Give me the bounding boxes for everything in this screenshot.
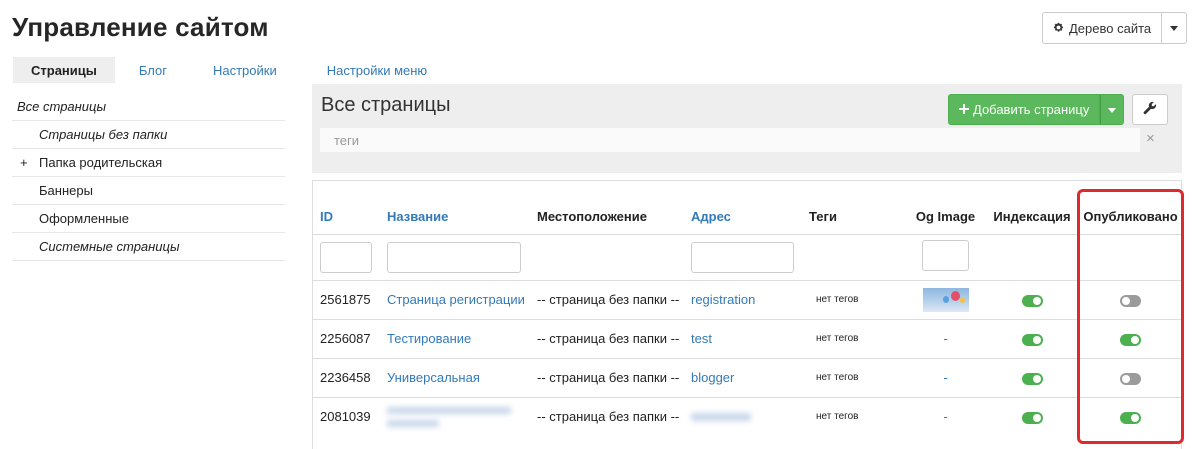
published-toggle[interactable] — [1120, 411, 1141, 424]
og-image-thumbnail[interactable] — [922, 287, 969, 312]
filter-address-input[interactable] — [691, 241, 794, 273]
sidebar-item-styled[interactable]: Оформленные — [12, 205, 285, 233]
add-page-dropdown-toggle[interactable] — [1100, 94, 1125, 125]
page-title: Управление сайтом — [12, 12, 269, 42]
row-location: -- страница без папки -- — [530, 318, 684, 358]
published-toggle[interactable] — [1120, 372, 1141, 385]
sidebar-item-label: Папка родительская — [39, 155, 163, 170]
row-tags: нет тегов — [802, 357, 905, 397]
tab-blog[interactable]: Блог — [121, 57, 185, 83]
og-image-empty[interactable]: - — [905, 318, 986, 358]
site-tree-button-group: Дерево сайта — [1042, 12, 1188, 44]
column-header-address[interactable]: Адрес — [684, 181, 802, 234]
sidebar-item-all-pages[interactable]: Все страницы — [12, 93, 285, 121]
clear-tags-icon[interactable]: × — [1146, 130, 1155, 147]
pages-toolbar-panel: Все страницы Добавить страницу × — [312, 84, 1182, 173]
column-header-name[interactable]: Название — [380, 181, 530, 234]
settings-button[interactable] — [1132, 94, 1168, 125]
gear-icon — [1053, 21, 1064, 36]
sidebar-item-banners[interactable]: Баннеры — [12, 177, 285, 205]
indexing-toggle[interactable] — [1021, 372, 1043, 385]
pages-table: ID Название Местоположение Адрес Теги Og… — [312, 180, 1182, 449]
filter-row — [313, 233, 1181, 280]
og-image-empty[interactable]: - — [905, 396, 986, 436]
row-address-blurred[interactable] — [684, 396, 802, 436]
tags-filter-input[interactable] — [320, 128, 1140, 152]
column-header-published: Опубликовано — [1083, 208, 1178, 224]
site-tree-dropdown-toggle[interactable] — [1162, 12, 1188, 44]
section-title: Все страницы — [321, 94, 451, 116]
indexing-toggle[interactable] — [1021, 333, 1043, 346]
plus-icon — [959, 102, 969, 117]
sidebar: Все страницы Страницы без папки + Папка … — [12, 93, 285, 261]
tabs: Страницы Блог Настройки Настройки меню — [13, 57, 445, 83]
row-id: 2561875 — [313, 279, 380, 319]
add-page-label: Добавить страницу — [973, 102, 1090, 117]
row-tags: нет тегов — [802, 279, 905, 319]
sidebar-item-system-pages[interactable]: Системные страницы — [12, 233, 285, 261]
column-header-og-image: Og Image — [915, 208, 976, 224]
row-id: 2236458 — [313, 357, 380, 397]
filter-name-input[interactable] — [387, 241, 521, 273]
table-row: 2236458 Универсальная -- страница без па… — [313, 357, 1181, 397]
row-location: -- страница без папки -- — [530, 396, 684, 436]
add-page-button-group: Добавить страницу — [948, 94, 1125, 125]
column-header-location: Местоположение — [537, 208, 647, 224]
table-row: 2081039 -- страница без папки -- нет тег… — [313, 396, 1181, 436]
filter-og-image-input[interactable] — [922, 240, 969, 271]
row-id: 2081039 — [313, 396, 380, 436]
site-tree-label: Дерево сайта — [1069, 20, 1152, 36]
published-toggle[interactable] — [1120, 333, 1141, 346]
row-location: -- страница без папки -- — [530, 279, 684, 319]
row-name-blurred[interactable] — [380, 396, 530, 436]
add-page-button[interactable]: Добавить страницу — [948, 94, 1101, 125]
row-name-link[interactable]: Универсальная — [380, 357, 530, 397]
tab-menu-settings[interactable]: Настройки меню — [309, 57, 445, 83]
tab-pages[interactable]: Страницы — [13, 57, 115, 83]
wrench-icon — [1143, 101, 1157, 118]
row-name-link[interactable]: Страница регистрации — [380, 279, 530, 319]
indexing-toggle[interactable] — [1021, 411, 1043, 424]
row-location: -- страница без папки -- — [530, 357, 684, 397]
column-header-id[interactable]: ID — [313, 181, 380, 234]
row-name-link[interactable]: Тестирование — [380, 318, 530, 358]
row-address-link[interactable]: registration — [684, 279, 802, 319]
sidebar-item-no-folder[interactable]: Страницы без папки — [12, 121, 285, 149]
column-header-tags: Теги — [809, 208, 837, 224]
published-toggle[interactable] — [1120, 294, 1141, 307]
row-tags: нет тегов — [802, 318, 905, 358]
filter-id-input[interactable] — [320, 241, 372, 273]
table-row: 2561875 Страница регистрации -- страница… — [313, 279, 1181, 319]
expand-icon[interactable]: + — [20, 155, 28, 170]
row-tags: нет тегов — [802, 396, 905, 436]
row-address-link[interactable]: test — [684, 318, 802, 358]
row-id: 2256087 — [313, 318, 380, 358]
tab-settings[interactable]: Настройки — [195, 57, 295, 83]
column-header-indexing: Индексация — [993, 208, 1071, 224]
og-image-empty[interactable]: - — [905, 357, 986, 397]
sidebar-item-parent-folder[interactable]: + Папка родительская — [12, 149, 285, 177]
table-row: 2256087 Тестирование -- страница без пап… — [313, 318, 1181, 358]
row-address-link[interactable]: blogger — [684, 357, 802, 397]
indexing-toggle[interactable] — [1021, 294, 1043, 307]
site-tree-button[interactable]: Дерево сайта — [1042, 12, 1163, 44]
